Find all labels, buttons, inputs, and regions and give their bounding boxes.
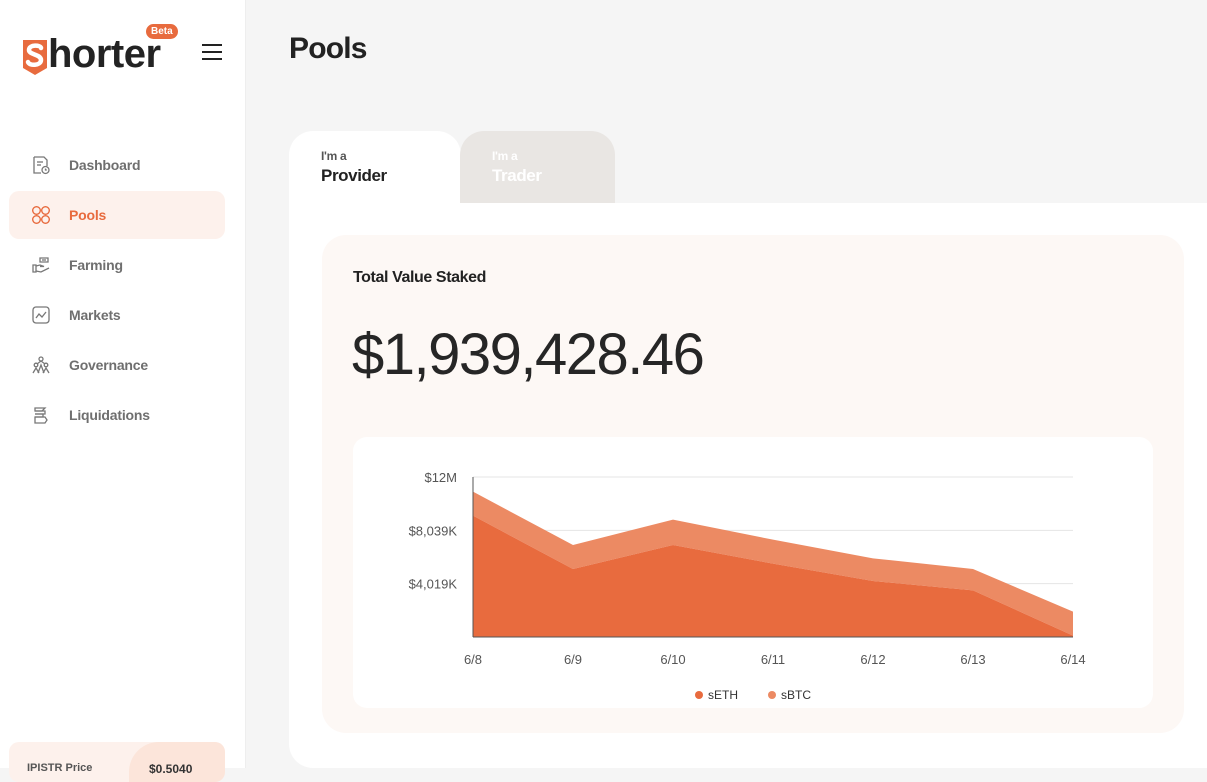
sidebar-item-dashboard[interactable]: Dashboard — [9, 141, 225, 189]
tab-provider-prefix: I'm a — [321, 149, 347, 163]
sidebar-nav: Dashboard Pools Farming Markets Governan… — [9, 141, 225, 441]
page-title: Pools — [289, 32, 367, 65]
beta-badge: Beta — [146, 24, 178, 39]
x-tick-label: 6/12 — [860, 652, 885, 667]
total-value-staked-amount: $1,939,428.46 — [352, 322, 705, 387]
sidebar-item-label: Markets — [69, 307, 121, 323]
legend-label-sBTC: sBTC — [781, 688, 811, 702]
tab-trader-label: Trader — [492, 166, 542, 185]
x-tick-label: 6/11 — [761, 652, 785, 667]
farming-icon — [31, 255, 51, 275]
sidebar-item-markets[interactable]: Markets — [9, 291, 225, 339]
shorter-logo[interactable]: horter Beta — [20, 24, 190, 80]
sidebar-item-label: Governance — [69, 357, 148, 373]
logo-s-shield-icon — [23, 40, 47, 75]
sidebar-item-liquidations[interactable]: Liquidations — [9, 391, 225, 439]
sidebar-item-label: Pools — [69, 207, 107, 223]
legend-marker-sBTC — [768, 691, 776, 699]
governance-icon — [31, 355, 51, 375]
price-label: IPISTR Price — [27, 762, 93, 774]
menu-toggle-icon[interactable] — [202, 44, 224, 60]
y-tick-label: $4,019K — [409, 577, 458, 592]
x-tick-label: 6/14 — [1060, 652, 1085, 667]
x-tick-label: 6/8 — [464, 652, 482, 667]
sidebar-item-label: Dashboard — [69, 157, 141, 173]
y-tick-label: $12M — [424, 470, 457, 485]
liquidations-icon — [31, 405, 51, 425]
markets-icon — [31, 305, 51, 325]
logo-text: horter — [48, 32, 161, 76]
sidebar-item-label: Liquidations — [69, 407, 150, 423]
sidebar-item-governance[interactable]: Governance — [9, 341, 225, 389]
tab-trader-prefix: I'm a — [492, 149, 518, 163]
x-tick-label: 6/10 — [660, 652, 685, 667]
tab-trader[interactable]: I'm a Trader — [460, 131, 615, 203]
total-value-staked-title: Total Value Staked — [353, 269, 486, 286]
sidebar-item-label: Farming — [69, 257, 123, 273]
legend-marker-sETH — [695, 691, 703, 699]
tvs-chart-svg: $4,019K $8,039K $12M 6/8 6/9 6/10 6/11 6/12 6/13… — [409, 470, 1086, 702]
tvs-chart: $4,019K $8,039K $12M 6/8 6/9 6/10 6/11 6/12 6/13… — [353, 437, 1153, 708]
price-value: $0.5040 — [149, 762, 193, 776]
pools-icon — [31, 205, 51, 225]
dashboard-icon — [31, 155, 51, 175]
sidebar: horter Beta Dashboard Pools Farming Mark… — [0, 0, 246, 782]
tab-provider[interactable]: I'm a Provider — [289, 131, 461, 203]
sidebar-item-pools[interactable]: Pools — [9, 191, 225, 239]
price-card[interactable]: IPISTR Price $0.5040 — [9, 742, 225, 782]
y-tick-label: $8,039K — [409, 523, 458, 538]
total-value-staked-card: Total Value Staked $1,939,428.46 $4,019K… — [322, 235, 1184, 733]
x-tick-label: 6/13 — [960, 652, 985, 667]
sidebar-item-farming[interactable]: Farming — [9, 241, 225, 289]
tab-provider-label: Provider — [321, 166, 387, 185]
legend-label-sETH: sETH — [708, 688, 738, 702]
x-tick-label: 6/9 — [564, 652, 582, 667]
